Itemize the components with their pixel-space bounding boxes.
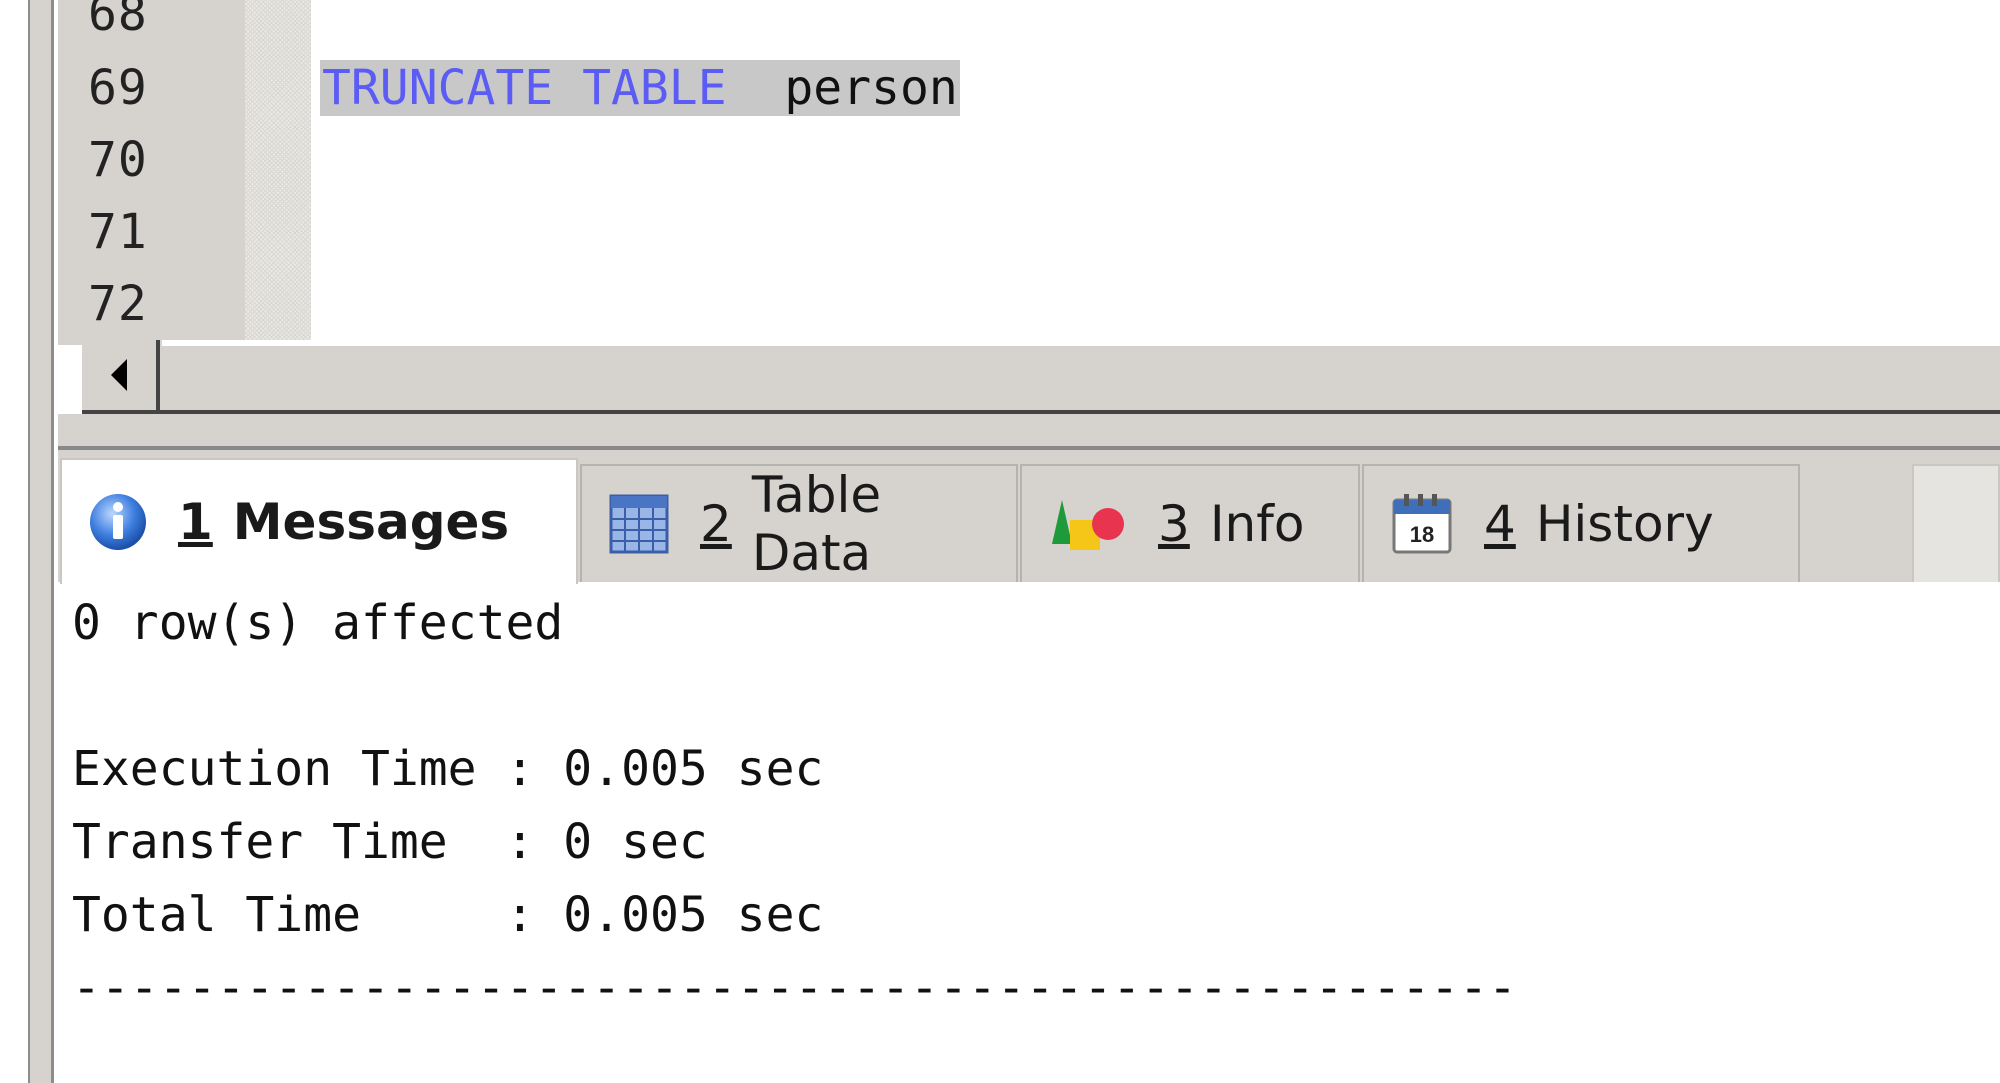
line-number: 71 — [88, 204, 148, 260]
tab-label: Info — [1209, 495, 1305, 553]
fold-margin — [245, 0, 311, 345]
tab-info[interactable]: 3 Info — [1020, 464, 1360, 582]
line-number: 72 — [88, 276, 148, 332]
table-identifier: person — [784, 60, 958, 116]
selected-statement: TRUNCATE TABLE person — [320, 60, 960, 116]
execution-time-text: Execution Time : 0.005 sec — [72, 741, 824, 797]
sql-keyword: TABLE — [582, 60, 727, 116]
shapes-icon — [1052, 500, 1124, 550]
info-icon — [90, 494, 146, 550]
line-number: 70 — [88, 132, 148, 188]
rows-affected-text: 0 row(s) affected — [72, 595, 564, 651]
editor-results-splitter[interactable] — [58, 414, 2000, 450]
line-number-gutter: 68 69 70 71 72 — [58, 0, 245, 345]
line-number: 69 — [88, 60, 148, 116]
left-panel-splitter[interactable] — [28, 0, 54, 1083]
arrow-left-icon — [111, 359, 127, 391]
tab-shortcut-number: 3 — [1158, 495, 1190, 553]
tab-shortcut-number: 4 — [1484, 495, 1516, 553]
messages-panel[interactable]: 0 row(s) affected Execution Time : 0.005… — [62, 582, 2000, 1083]
calendar-day: 18 — [1410, 522, 1434, 547]
transfer-time-text: Transfer Time : 0 sec — [72, 814, 708, 870]
code-line-69[interactable]: TRUNCATE TABLE person — [320, 52, 960, 124]
sql-editor[interactable]: 68 69 70 71 72 TRUNCATE TABLE person — [58, 0, 2000, 345]
tab-bar-empty-area — [1912, 464, 2000, 582]
line-number: 68 — [88, 0, 148, 42]
sql-keyword: TRUNCATE — [322, 60, 554, 116]
tab-messages[interactable]: 1 Messages — [60, 458, 578, 584]
tab-table-data[interactable]: 2 Table Data — [580, 464, 1018, 582]
tab-history[interactable]: 18 4 History — [1362, 464, 1800, 582]
results-tab-bar: 1 Messages 2 Table Data 3 Info 18 4 Hist… — [58, 450, 2000, 584]
scroll-left-button[interactable] — [82, 340, 160, 410]
separator-line: ----------------------------------------… — [72, 960, 1517, 1016]
scroll-thumb-highlight — [162, 340, 2000, 346]
tab-label: Messages — [232, 493, 510, 551]
editor-horizontal-scrollbar[interactable] — [82, 340, 2000, 414]
table-grid-icon — [609, 494, 669, 554]
window-left-edge — [0, 0, 55, 1083]
tab-shortcut-number: 2 — [700, 495, 732, 553]
tab-label: History — [1535, 495, 1714, 553]
tab-shortcut-number: 1 — [178, 493, 213, 551]
total-time-text: Total Time : 0.005 sec — [72, 887, 824, 943]
tab-label: Table Data — [751, 466, 882, 582]
calendar-icon: 18 — [1392, 494, 1452, 554]
